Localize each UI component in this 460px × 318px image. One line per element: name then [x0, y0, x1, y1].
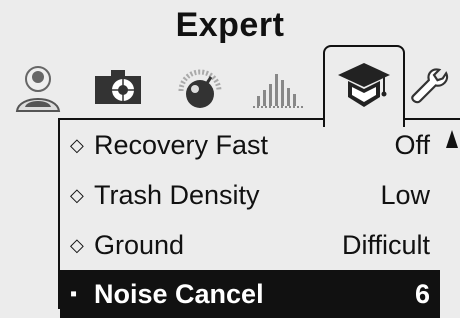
- tab-strip: [0, 45, 460, 127]
- diamond-bullet-icon: ◇: [70, 134, 84, 155]
- diamond-bullet-icon: ◇: [70, 184, 84, 205]
- menu-item-label: Trash Density: [94, 179, 260, 210]
- tab-bar-graph[interactable]: [248, 55, 308, 121]
- menu-item-value: 6: [414, 278, 430, 309]
- tab-user-profile[interactable]: [8, 55, 68, 121]
- wrench-icon: [411, 68, 449, 104]
- gauge-dial-icon: [178, 69, 222, 108]
- tab-expert[interactable]: [323, 45, 405, 127]
- menu-item-value: Low: [380, 179, 430, 210]
- menu-item-recovery-fast[interactable]: ◇ Recovery Fast Off: [60, 120, 440, 170]
- diamond-bullet-icon: ◇: [70, 234, 84, 255]
- settings-menu: ◇ Recovery Fast Off ◇ Trash Density Low …: [60, 120, 440, 318]
- menu-item-value: Off: [394, 129, 430, 160]
- menu-item-trash-density[interactable]: ◇ Trash Density Low: [60, 170, 440, 220]
- menu-item-label: Ground: [94, 229, 185, 260]
- menu-item-ground[interactable]: ◇ Ground Difficult: [60, 220, 440, 270]
- tab-camera-target[interactable]: [88, 55, 148, 121]
- camera-target-icon: [95, 70, 141, 104]
- tab-gauge-dial[interactable]: [170, 55, 230, 121]
- screen-title: Expert: [175, 6, 285, 44]
- square-bullet-icon: ▪: [70, 282, 78, 305]
- menu-item-label: Noise Cancel: [94, 278, 264, 309]
- detector-screen: Expert ◇ Recovery Fast Off ◇ Trash Densi…: [0, 0, 460, 318]
- tab-settings[interactable]: [408, 55, 460, 121]
- bar-graph-icon: [253, 74, 303, 108]
- menu-item-label: Recovery Fast: [94, 129, 269, 160]
- graduation-cap-icon: [338, 63, 390, 107]
- menu-item-noise-cancel[interactable]: ▪ Noise Cancel 6: [60, 270, 440, 318]
- user-profile-icon: [15, 66, 61, 112]
- menu-item-value: Difficult: [341, 229, 430, 260]
- scroll-up-arrow-icon[interactable]: [446, 130, 458, 148]
